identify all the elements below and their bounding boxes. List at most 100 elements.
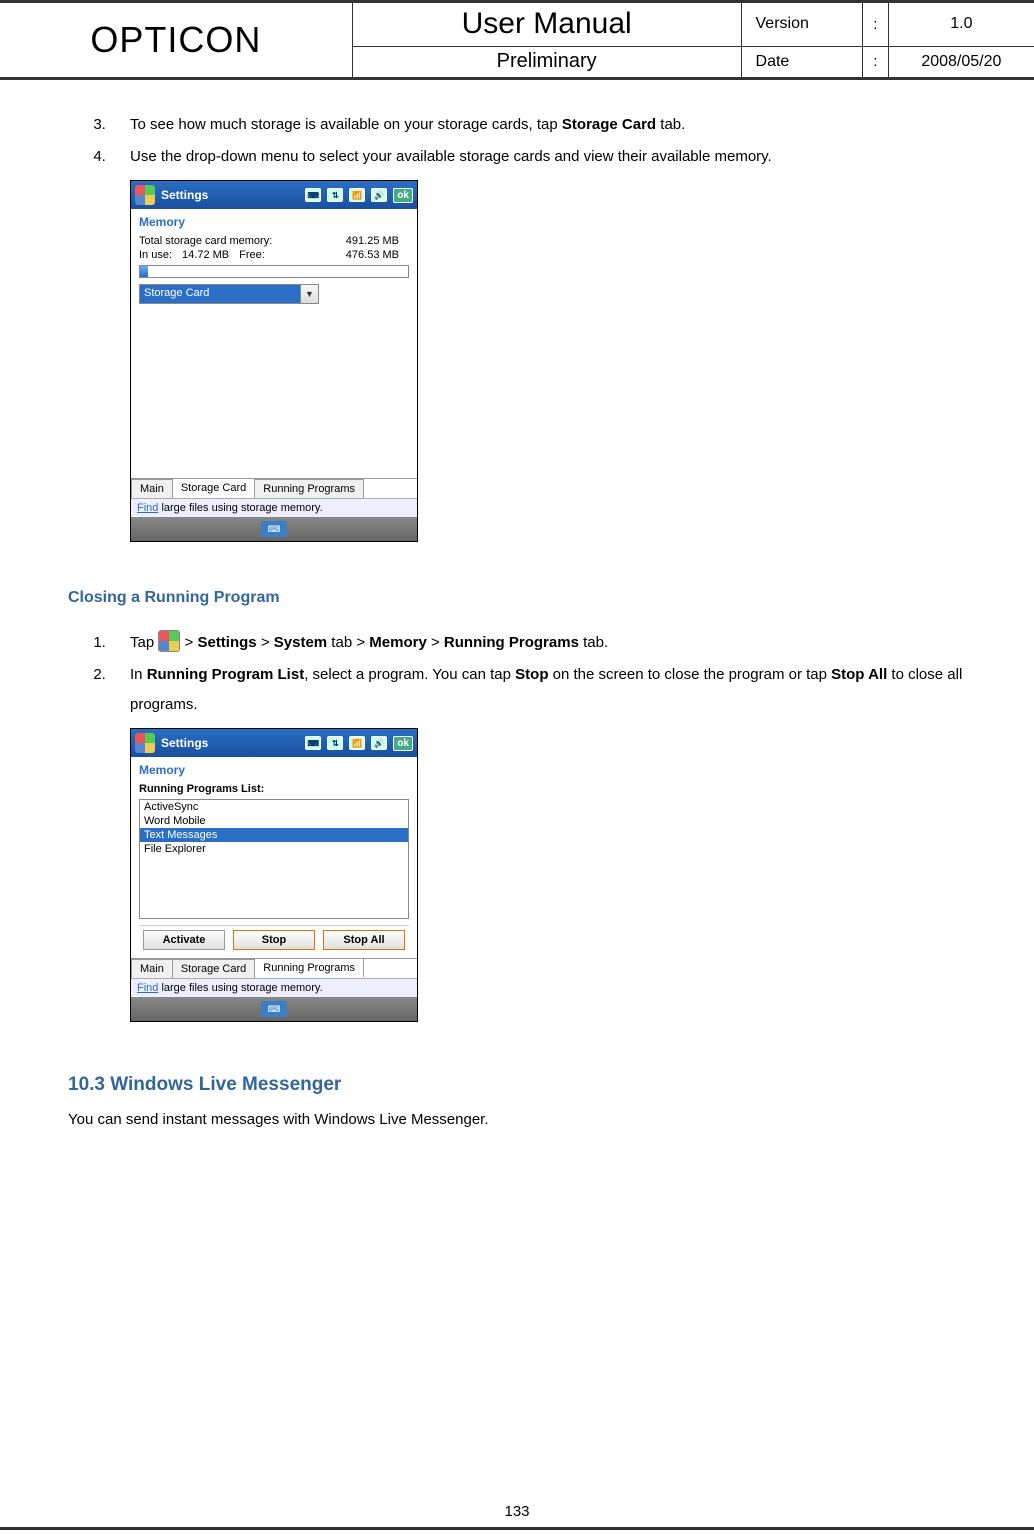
ok-button[interactable]: ok <box>393 188 413 203</box>
cs2-e: on the screen to close the program or ta… <box>548 666 831 683</box>
cs2-b: Running Program List <box>147 666 305 683</box>
start-icon[interactable] <box>135 733 155 753</box>
cs2-d: Stop <box>515 666 548 683</box>
section-wlm: 10.3 Windows Live Messenger <box>68 1066 966 1104</box>
dropdown-selected: Storage Card <box>140 285 300 303</box>
cs2-f: Stop All <box>831 666 887 683</box>
ss2-titlebar: Settings ⌨ ⇅ 📶 🔊 ok <box>131 729 417 757</box>
ss1-title: Settings <box>161 188 208 202</box>
cs1-tap: Tap <box>130 634 158 651</box>
cs1-gt3: > <box>427 634 444 651</box>
free-value: 476.53 MB <box>346 249 399 261</box>
steps-list: To see how much storage is available on … <box>68 110 966 542</box>
close-step-1: Tap > Settings > System tab > Memory > R… <box>110 628 966 658</box>
ss1-memory-heading: Memory <box>139 215 409 229</box>
volume-icon[interactable]: 🔊 <box>371 188 387 202</box>
step-4: Use the drop-down menu to select your av… <box>110 142 966 542</box>
ss1-tray: ⌨ ⇅ 📶 🔊 ok <box>305 188 413 203</box>
ss2-button-row: Activate Stop Stop All <box>139 925 409 954</box>
find-text: large files using storage memory. <box>158 982 322 994</box>
closing-steps-list: Tap > Settings > System tab > Memory > R… <box>68 628 966 1022</box>
signal-icon[interactable]: 📶 <box>349 188 365 202</box>
stop-button[interactable]: Stop <box>233 930 315 950</box>
running-programs-list[interactable]: ActiveSync Word Mobile Text Messages Fil… <box>139 799 409 919</box>
list-item[interactable]: Word Mobile <box>140 814 408 828</box>
list-item-selected[interactable]: Text Messages <box>140 828 408 842</box>
ok-button[interactable]: ok <box>393 736 413 751</box>
inuse-label: In use: <box>139 249 172 261</box>
colon: : <box>862 2 888 47</box>
connectivity-icon[interactable]: ⇅ <box>327 188 343 202</box>
spacer <box>139 304 409 474</box>
ss1-findbar: Find large files using storage memory. <box>131 498 417 517</box>
connectivity-icon[interactable]: ⇅ <box>327 736 343 750</box>
cs1-memory: Memory <box>369 634 427 651</box>
tab-storage-card[interactable]: Storage Card <box>172 478 255 497</box>
inuse-value: 14.72 MB <box>182 249 229 261</box>
step3-text-c: tab. <box>656 116 685 133</box>
cs1-running: Running Programs <box>444 634 579 651</box>
progressbar-fill <box>140 266 148 277</box>
total-label: Total storage card memory: <box>139 235 272 247</box>
close-step-2: In Running Program List, select a progra… <box>110 660 966 1022</box>
list-item[interactable]: File Explorer <box>140 842 408 856</box>
step4-text: Use the drop-down menu to select your av… <box>130 148 772 165</box>
chevron-down-icon[interactable]: ▼ <box>300 285 318 303</box>
activate-button[interactable]: Activate <box>143 930 225 950</box>
cs1-tab2: tab. <box>579 634 608 651</box>
ss1-body: Memory Total storage card memory: 491.25… <box>131 209 417 478</box>
ss2-bottombar: ⌨ <box>131 997 417 1021</box>
ss2-tray: ⌨ ⇅ 📶 🔊 ok <box>305 736 413 751</box>
ss1-bottombar: ⌨ <box>131 517 417 541</box>
find-text: large files using storage memory. <box>158 502 322 514</box>
step3-bold: Storage Card <box>562 116 656 133</box>
cs2-a: In <box>130 666 147 683</box>
manual-subtitle: Preliminary <box>352 46 741 78</box>
ss2-tabs: Main Storage Card Running Programs <box>131 958 417 978</box>
find-link[interactable]: Find <box>137 982 158 994</box>
footer-rule <box>0 1527 1034 1530</box>
tab-running-programs[interactable]: Running Programs <box>254 479 364 498</box>
tab-main[interactable]: Main <box>131 479 173 498</box>
ss1-tabs: Main Storage Card Running Programs <box>131 478 417 498</box>
date-label: Date <box>741 46 862 78</box>
wlm-text: You can send instant messages with Windo… <box>68 1108 966 1132</box>
stop-all-button[interactable]: Stop All <box>323 930 405 950</box>
section-closing-program: Closing a Running Program <box>68 582 966 614</box>
signal-icon[interactable]: 📶 <box>349 736 365 750</box>
sip-keyboard-icon[interactable]: ⌨ <box>261 1001 287 1017</box>
colon: : <box>862 46 888 78</box>
list-item[interactable]: ActiveSync <box>140 800 408 814</box>
step3-text-a: To see how much storage is available on … <box>130 116 562 133</box>
logo-cell: OPTICON <box>0 2 352 79</box>
manual-title: User Manual <box>352 2 741 47</box>
storage-dropdown[interactable]: Storage Card ▼ <box>139 284 319 304</box>
tab-running-programs[interactable]: Running Programs <box>254 958 364 977</box>
free-label: Free: <box>239 249 265 261</box>
sip-keyboard-icon[interactable]: ⌨ <box>261 521 287 537</box>
cs1-system: System <box>274 634 327 651</box>
keyboard-icon[interactable]: ⌨ <box>305 188 321 202</box>
header-table: OPTICON User Manual Version : 1.0 Prelim… <box>0 0 1034 80</box>
screenshot-running-programs: Settings ⌨ ⇅ 📶 🔊 ok Memory Running Progr… <box>130 728 418 1022</box>
storage-progressbar <box>139 265 409 278</box>
start-icon[interactable] <box>135 185 155 205</box>
page: OPTICON User Manual Version : 1.0 Prelim… <box>0 0 1034 1534</box>
tab-storage-card[interactable]: Storage Card <box>172 959 255 978</box>
version-value: 1.0 <box>888 2 1034 47</box>
content-area: To see how much storage is available on … <box>0 80 1034 1132</box>
running-list-heading: Running Programs List: <box>139 783 409 795</box>
cs1-gt1: > <box>185 634 198 651</box>
page-number: 133 <box>0 1503 1034 1520</box>
total-value: 491.25 MB <box>346 235 399 247</box>
ss1-titlebar: Settings ⌨ ⇅ 📶 🔊 ok <box>131 181 417 209</box>
ss2-title: Settings <box>161 736 208 750</box>
cs1-settings: Settings <box>197 634 256 651</box>
ss2-memory-heading: Memory <box>139 763 409 777</box>
find-link[interactable]: Find <box>137 502 158 514</box>
step-3: To see how much storage is available on … <box>110 110 966 140</box>
tab-main[interactable]: Main <box>131 959 173 978</box>
keyboard-icon[interactable]: ⌨ <box>305 736 321 750</box>
volume-icon[interactable]: 🔊 <box>371 736 387 750</box>
ss2-findbar: Find large files using storage memory. <box>131 978 417 997</box>
